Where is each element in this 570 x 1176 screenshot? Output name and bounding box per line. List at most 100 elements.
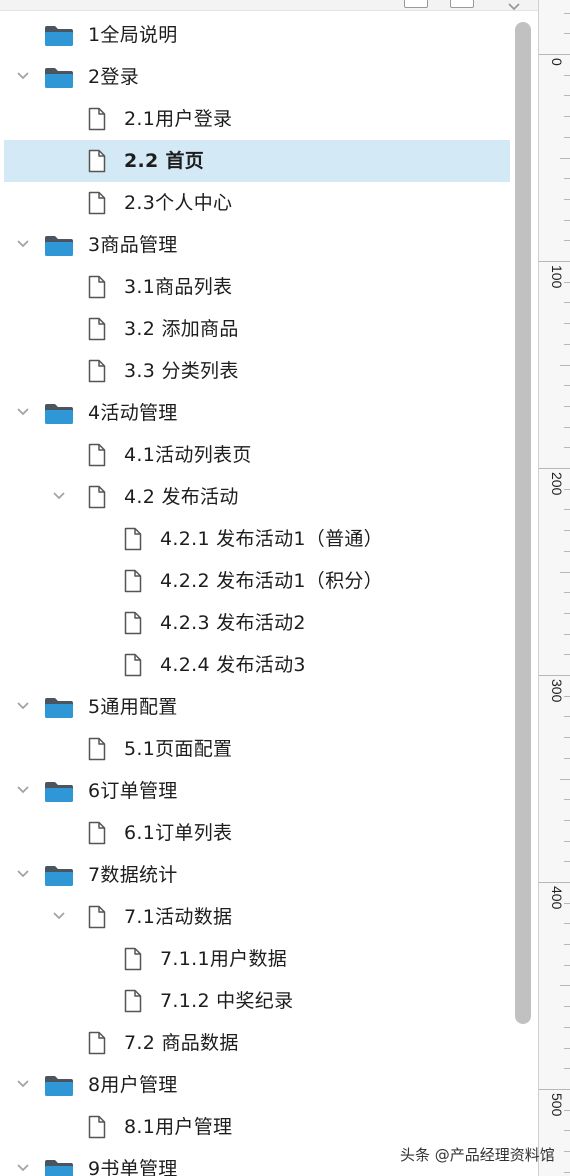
- tree-item-label: 4.2 发布活动: [124, 486, 239, 508]
- ruler-tick: [564, 799, 570, 800]
- tree-page-row[interactable]: 2.1用户登录: [4, 98, 510, 140]
- ruler-tick: [539, 54, 570, 55]
- tree-page-row[interactable]: 3.1商品列表: [4, 266, 510, 308]
- tree-item-label: 4.2.1 发布活动1（普通）: [160, 528, 383, 550]
- ruler-tick: [560, 365, 570, 366]
- ruler-tick: [564, 116, 570, 117]
- ruler-tick: [564, 323, 570, 324]
- ruler-tick: [564, 1151, 570, 1152]
- ruler-tick: [564, 385, 570, 386]
- expand-chevron-icon[interactable]: [16, 1161, 29, 1173]
- ruler-tick: [564, 1027, 570, 1028]
- tree-folder-row[interactable]: 4活动管理: [4, 392, 510, 434]
- layout-icon[interactable]: [404, 0, 428, 8]
- ruler-tick: [564, 551, 570, 552]
- ruler-tick: [539, 882, 570, 883]
- expand-chevron-icon[interactable]: [16, 1077, 29, 1089]
- ruler-tick: [564, 302, 570, 303]
- ruler-tick: [564, 634, 570, 635]
- ruler-tick: [564, 406, 570, 407]
- expand-chevron-icon[interactable]: [16, 237, 29, 249]
- tree-page-row[interactable]: 4.2.1 发布活动1（普通）: [4, 518, 510, 560]
- ruler-tick: [564, 240, 570, 241]
- tree-item-label: 4.2.4 发布活动3: [160, 654, 306, 676]
- ruler-tick: [564, 861, 570, 862]
- window-icon[interactable]: [450, 0, 474, 8]
- tree-page-row[interactable]: 3.2 添加商品: [4, 308, 510, 350]
- tree-page-row[interactable]: 5.1页面配置: [4, 728, 510, 770]
- ruler-tick: [564, 1130, 570, 1131]
- tree-page-row[interactable]: 6.1订单列表: [4, 812, 510, 854]
- page-icon: [88, 1115, 106, 1139]
- tree-page-row[interactable]: 2.2 首页: [4, 140, 510, 182]
- tree-page-row[interactable]: 2.3个人中心: [4, 182, 510, 224]
- expand-chevron-icon[interactable]: [52, 909, 65, 921]
- folder-icon: [44, 697, 74, 719]
- scrollbar-thumb[interactable]: [515, 22, 531, 1024]
- tree-item-label: 3.3 分类列表: [124, 360, 239, 382]
- tree-item-label: 4.1活动列表页: [124, 444, 252, 466]
- ruler-tick: [564, 965, 570, 966]
- folder-icon: [44, 235, 74, 257]
- tree-folder-row[interactable]: 5通用配置: [4, 686, 510, 728]
- page-icon: [88, 275, 106, 299]
- tree-item-label: 6.1订单列表: [124, 822, 233, 844]
- ruler-tick: [539, 261, 570, 262]
- chevron-down-icon[interactable]: [508, 0, 520, 15]
- tree-item-label: 7.1活动数据: [124, 906, 233, 928]
- ruler-tick: [564, 220, 570, 221]
- tree-folder-row[interactable]: 6订单管理: [4, 770, 510, 812]
- tree-page-row[interactable]: 4.2.4 发布活动3: [4, 644, 510, 686]
- tree-page-row[interactable]: 4.2.3 发布活动2: [4, 602, 510, 644]
- tree-page-row[interactable]: 4.1活动列表页: [4, 434, 510, 476]
- ruler-tick: [564, 613, 570, 614]
- ruler-tick: [564, 923, 570, 924]
- ruler-tick: [564, 758, 570, 759]
- ruler-tick: [539, 1089, 570, 1090]
- folder-icon: [44, 1075, 74, 1097]
- tree-item-label: 5通用配置: [88, 696, 178, 718]
- tree-folder-row[interactable]: 3商品管理: [4, 224, 510, 266]
- page-tree-panel: 1全局说明 2登录 2.1用户登录 2.2 首页 2.3个人中心 3商品管理 3.1商品列表…: [0, 0, 539, 1176]
- tree-page-row[interactable]: 7.1.2 中奖纪录: [4, 980, 510, 1022]
- tree-item-label: 2.3个人中心: [124, 192, 233, 214]
- folder-icon: [44, 25, 74, 47]
- tree-folder-row[interactable]: 2登录: [4, 56, 510, 98]
- tree-item-label: 3.2 添加商品: [124, 318, 239, 340]
- ruler-tick: [564, 1006, 570, 1007]
- ruler-tick: [560, 158, 570, 159]
- ruler-tick: [564, 737, 570, 738]
- expand-chevron-icon[interactable]: [16, 405, 29, 417]
- tree-page-row[interactable]: 7.1活动数据: [4, 896, 510, 938]
- ruler-label: 300: [549, 679, 565, 703]
- ruler-label: 400: [549, 886, 565, 910]
- page-tree: 1全局说明 2登录 2.1用户登录 2.2 首页 2.3个人中心 3商品管理 3.1商品列表…: [0, 14, 510, 1176]
- expand-chevron-icon[interactable]: [16, 69, 29, 81]
- ruler-tick: [564, 178, 570, 179]
- page-icon: [88, 737, 106, 761]
- expand-chevron-icon[interactable]: [52, 489, 65, 501]
- tree-page-row[interactable]: 7.2 商品数据: [4, 1022, 510, 1064]
- page-icon: [88, 359, 106, 383]
- ruler-label: 500: [549, 1093, 565, 1117]
- folder-icon: [44, 865, 74, 887]
- expand-chevron-icon[interactable]: [16, 867, 29, 879]
- tree-page-row[interactable]: 4.2 发布活动: [4, 476, 510, 518]
- expand-chevron-icon[interactable]: [16, 699, 29, 711]
- tree-folder-row[interactable]: 1全局说明: [4, 14, 510, 56]
- tree-page-row[interactable]: 7.1.1用户数据: [4, 938, 510, 980]
- tree-page-row[interactable]: 3.3 分类列表: [4, 350, 510, 392]
- expand-chevron-icon[interactable]: [16, 783, 29, 795]
- page-icon: [88, 191, 106, 215]
- tree-item-label: 4.2.2 发布活动1（积分）: [160, 570, 383, 592]
- ruler-label: 0: [549, 58, 565, 66]
- tree-item-label: 2登录: [88, 66, 139, 88]
- ruler-tick: [539, 675, 570, 676]
- tree-folder-row[interactable]: 8用户管理: [4, 1064, 510, 1106]
- tree-item-label: 2.1用户登录: [124, 108, 233, 130]
- tree-folder-row[interactable]: 7数据统计: [4, 854, 510, 896]
- tree-page-row[interactable]: 4.2.2 发布活动1（积分）: [4, 560, 510, 602]
- page-icon: [88, 107, 106, 131]
- tree-item-label: 1全局说明: [88, 24, 178, 46]
- ruler-tick: [564, 841, 570, 842]
